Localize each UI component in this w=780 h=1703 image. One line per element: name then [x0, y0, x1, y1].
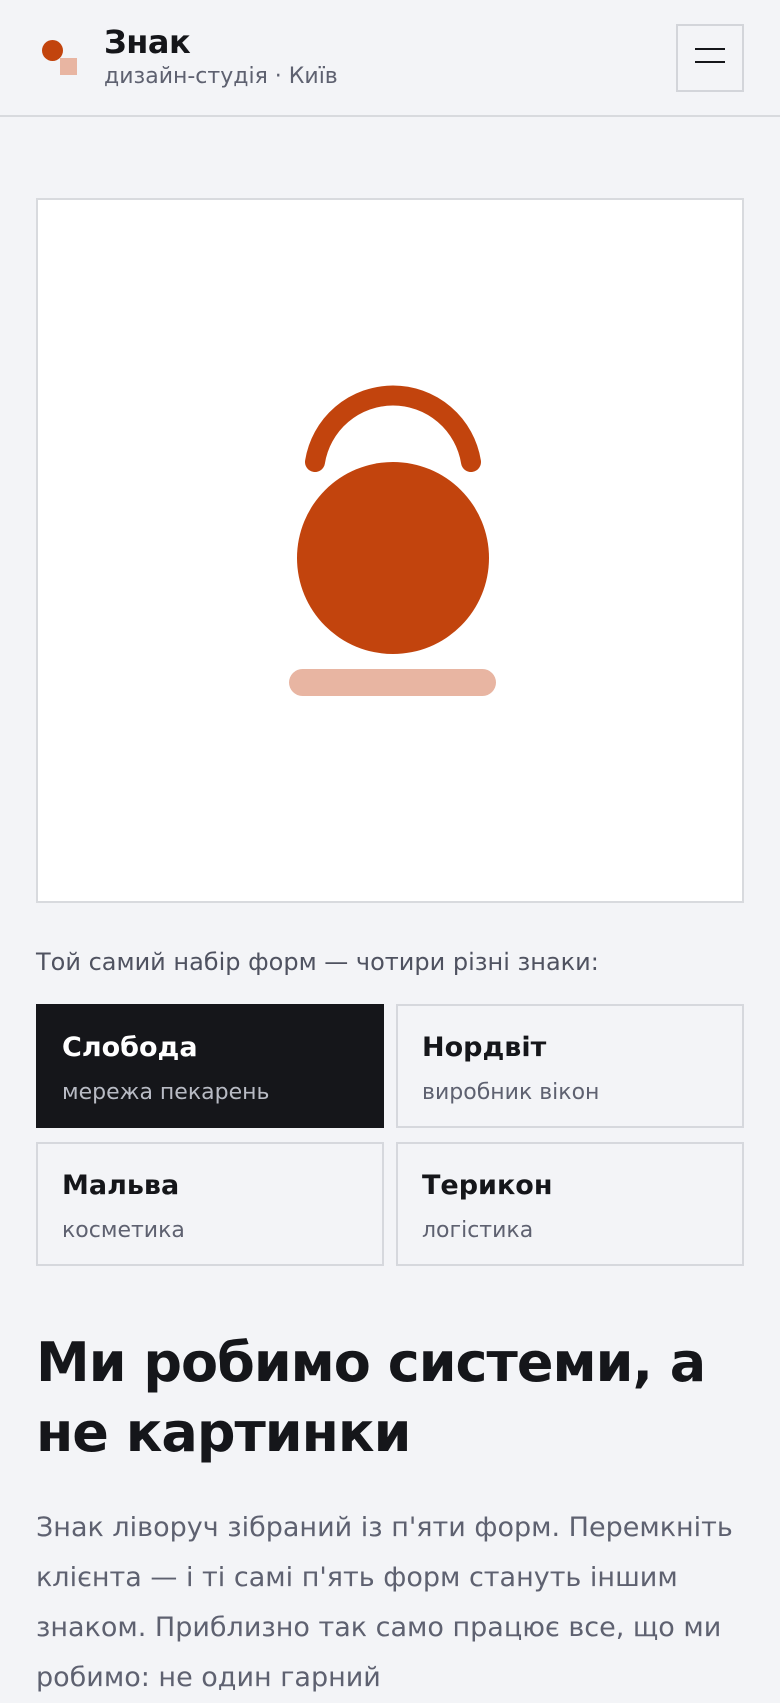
brand-name[interactable]: Знак	[104, 22, 191, 62]
client-name: Нордвіт	[422, 1032, 547, 1063]
selector-caption: Той самий набір форм — чотири різні знак…	[36, 948, 599, 976]
client-card-sloboda[interactable]: Слобода мережа пекарень	[36, 1004, 384, 1128]
mark-handle-arc	[305, 385, 481, 472]
brand-subtitle: дизайн-студія · Київ	[104, 64, 338, 89]
mark-circle	[297, 462, 489, 654]
menu-button[interactable]	[676, 24, 744, 92]
client-card-malva[interactable]: Мальва косметика	[36, 1142, 384, 1266]
client-description: логістика	[422, 1218, 534, 1243]
hamburger-bar	[695, 48, 725, 50]
site-header: Знак дизайн-студія · Київ	[0, 0, 780, 117]
client-name: Мальва	[62, 1170, 180, 1201]
section-headline: Ми робимо системи, а не картинки	[36, 1331, 706, 1464]
mark-base-pill	[289, 669, 496, 696]
client-name: Терикон	[422, 1170, 553, 1201]
client-description: косметика	[62, 1218, 185, 1243]
client-card-terykon[interactable]: Терикон логістика	[396, 1142, 744, 1266]
logo-square	[60, 58, 77, 75]
section-body-text: Знак ліворуч зібраний із п'яти форм. Пер…	[36, 1512, 733, 1693]
client-card-nordvit[interactable]: Нордвіт виробник вікон	[396, 1004, 744, 1128]
client-description: виробник вікон	[422, 1080, 600, 1105]
kettlebell-mark-illustration	[289, 385, 496, 696]
hamburger-bar	[695, 61, 725, 63]
brand-mark-preview	[36, 198, 744, 903]
logo-icon[interactable]	[42, 40, 80, 78]
client-name: Слобода	[62, 1032, 198, 1063]
client-description: мережа пекарень	[62, 1080, 270, 1105]
